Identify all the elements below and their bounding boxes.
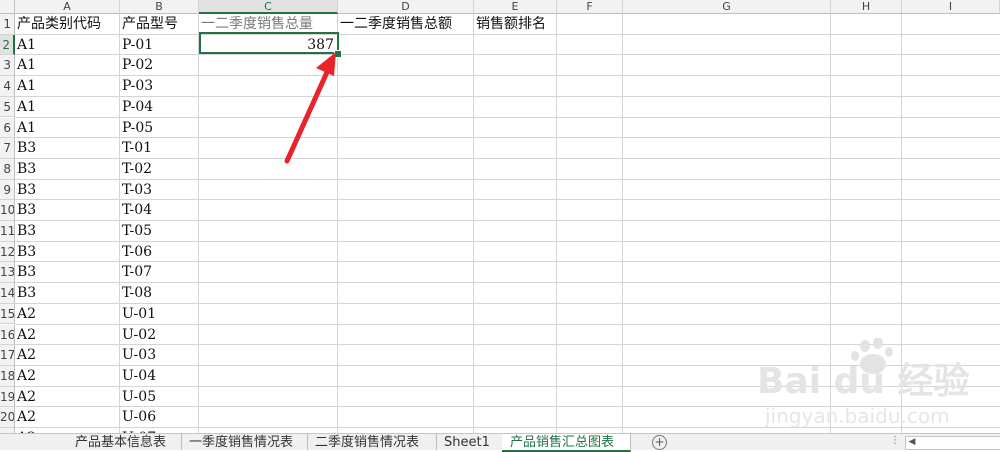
sheet-tab-3[interactable]: 二季度销售情况表 <box>307 434 437 450</box>
spreadsheet-grid[interactable]: ABCDEFGHI 1 2 3 4 5 6 7 8 9 10 11 12 13 14 15 16 17 18 19 2… <box>0 0 1000 433</box>
sheet-tab-bar: 产品基本信息表 一季度销售情况表 二季度销售情况表 Sheet1 产品销售汇总图表 + … <box>0 433 1000 452</box>
sheet-tab-2[interactable]: 一季度销售情况表 <box>181 434 308 450</box>
sheet-tab-1[interactable]: 产品基本信息表 <box>67 434 182 450</box>
scroll-left-icon[interactable]: ◀ <box>906 437 918 448</box>
horizontal-scrollbar[interactable] <box>905 436 1000 450</box>
red-arrow-annotation <box>284 52 336 164</box>
sheet-tab-4[interactable]: Sheet1 <box>436 434 503 450</box>
add-sheet-button[interactable]: + <box>652 435 667 450</box>
tab-split-handle-icon[interactable]: ⋮ <box>890 435 900 446</box>
sheet-tab-5[interactable]: 产品销售汇总图表 <box>502 434 631 452</box>
